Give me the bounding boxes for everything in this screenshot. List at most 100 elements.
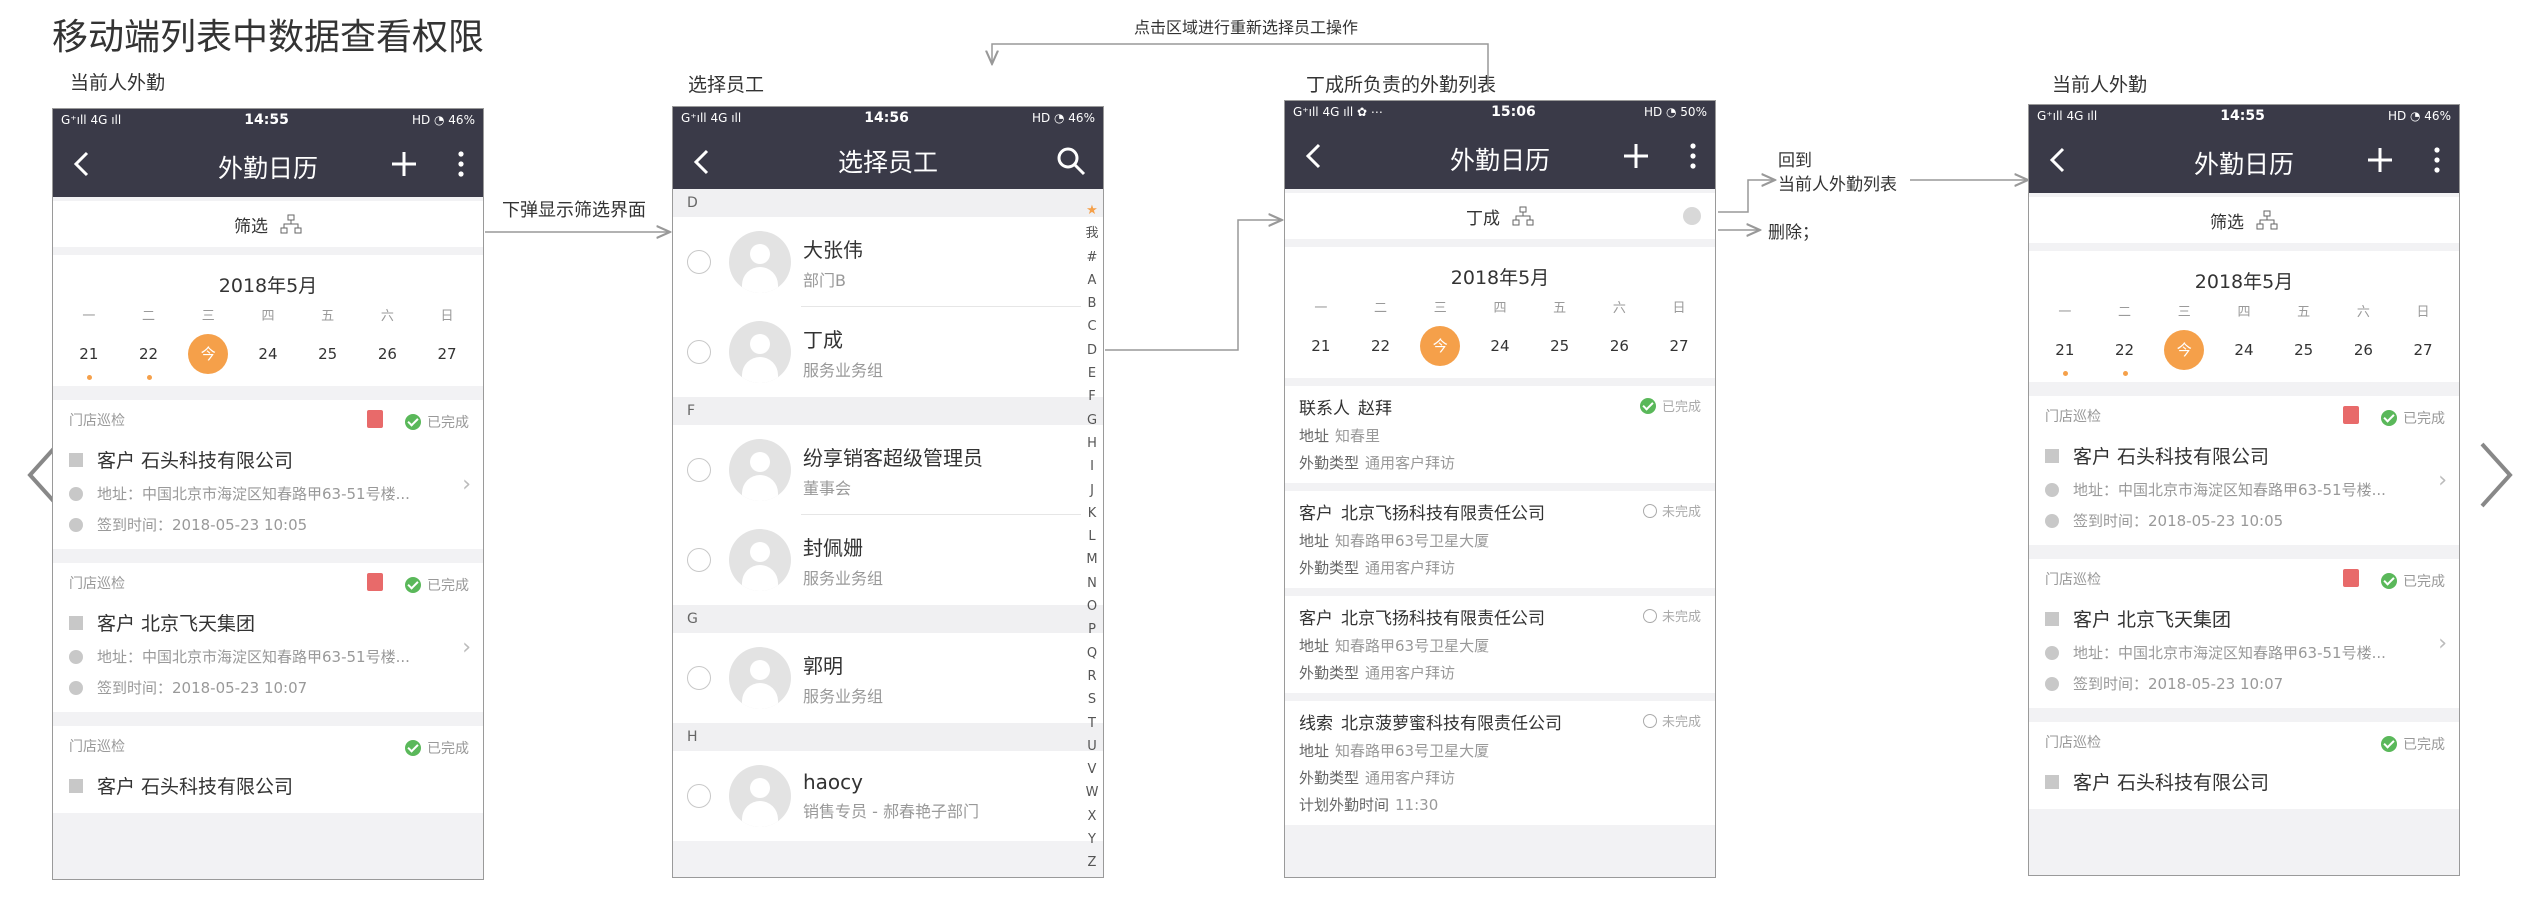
calendar-days: 21 22 今 24 25 26 27 <box>1285 326 1715 366</box>
employee-row[interactable]: 郭明 服务业务组 <box>673 633 1103 723</box>
calendar-day[interactable]: 25 <box>308 334 348 374</box>
calendar-day[interactable]: 27 <box>2403 330 2443 370</box>
search-icon[interactable] <box>1055 145 1087 177</box>
more-icon[interactable] <box>1685 139 1701 173</box>
filter-button[interactable]: 筛选 <box>53 201 483 247</box>
calendar-day[interactable]: 27 <box>1659 326 1699 366</box>
field-record[interactable]: 线索 北京菠萝蜜科技有限责任公司 未完成 地址 知春路甲63号卫星大厦 外勤类型 通用… <box>1285 701 1715 825</box>
radio-button[interactable] <box>687 548 711 572</box>
calendar-day[interactable]: 25 <box>1540 326 1580 366</box>
employee-row[interactable]: haocy 销售专员 - 郝春艳子部门 <box>673 751 1103 841</box>
field-card[interactable]: 门店巡检 已完成 客户 石头科技有限公司 <box>2029 722 2459 809</box>
field-card[interactable]: 门店巡检 已完成 客户 石头科技有限公司 地址：中国北京市海淀区知春路甲63-5… <box>2029 396 2459 545</box>
alphabet-index-letter[interactable]: G <box>1083 409 1101 432</box>
field-record[interactable]: 客户 北京飞扬科技有限责任公司 未完成 地址 知春路甲63号卫星大厦 外勤类型 通用客… <box>1285 596 1715 693</box>
alphabet-index-letter[interactable]: E <box>1083 362 1101 385</box>
add-icon[interactable] <box>1619 139 1653 173</box>
alphabet-index-letter[interactable]: Q <box>1083 642 1101 665</box>
alphabet-index-letter[interactable]: R <box>1083 665 1101 688</box>
field-record[interactable]: 客户 北京飞扬科技有限责任公司 未完成 地址 知春路甲63号卫星大厦 外勤类型 通用客… <box>1285 491 1715 588</box>
more-icon[interactable] <box>453 147 469 181</box>
calendar-day[interactable]: 25 <box>2284 330 2324 370</box>
alphabet-index-letter[interactable]: O <box>1083 595 1101 618</box>
alphabet-index-letter[interactable]: I <box>1083 455 1101 478</box>
alphabet-index-letter[interactable]: # <box>1083 246 1101 269</box>
alphabet-index-letter[interactable]: ★ <box>1083 199 1101 222</box>
field-card[interactable]: 门店巡检 已完成 客户 石头科技有限公司 地址：中国北京市海淀区知春路甲63-5… <box>53 400 483 549</box>
calendar-day[interactable]: 22 <box>1361 326 1401 366</box>
add-icon[interactable] <box>2363 143 2397 177</box>
more-icon[interactable] <box>2429 143 2445 177</box>
calendar-day[interactable]: 26 <box>1599 326 1639 366</box>
radio-button[interactable] <box>687 666 711 690</box>
employee-row[interactable]: 丁成 服务业务组 <box>673 307 1103 397</box>
calendar-day[interactable]: 21 <box>1301 326 1341 366</box>
field-card[interactable]: 门店巡检 已完成 客户 北京飞天集团 地址：中国北京市海淀区知春路甲63-51号… <box>2029 559 2459 708</box>
alphabet-index-letter[interactable]: X <box>1083 805 1101 828</box>
calendar-month: 2018年5月 <box>2194 271 2294 293</box>
field-card[interactable]: 门店巡检 已完成 客户 北京飞天集团 地址：中国北京市海淀区知春路甲63-51号… <box>53 563 483 712</box>
field-card[interactable]: 门店巡检 已完成 客户 石头科技有限公司 <box>53 726 483 813</box>
alphabet-index-letter[interactable]: J <box>1083 479 1101 502</box>
calendar-day[interactable]: 24 <box>1480 326 1520 366</box>
alphabet-index-letter[interactable]: C <box>1083 315 1101 338</box>
alphabet-index-letter[interactable]: W <box>1083 781 1101 804</box>
calendar-day[interactable]: 21 <box>2045 330 2085 376</box>
signal-indicator: G⁺ıll 4G ıll <box>681 111 742 125</box>
calendar-day[interactable]: 27 <box>427 334 467 374</box>
card-customer: 客户 石头科技有限公司 <box>2045 442 2443 469</box>
radio-button[interactable] <box>687 784 711 808</box>
calendar-day[interactable]: 24 <box>248 334 288 374</box>
battery-indicator: HD ◔ 50% <box>1643 105 1707 119</box>
filter-button[interactable]: 丁成 <box>1285 193 1715 239</box>
calendar-day-today[interactable]: 今 <box>188 334 229 374</box>
alphabet-index-letter[interactable]: Z <box>1083 851 1101 874</box>
alphabet-index-letter[interactable]: F <box>1083 385 1101 408</box>
alphabet-index-letter[interactable]: U <box>1083 735 1101 758</box>
calendar-icon <box>367 410 383 428</box>
clear-filter-icon[interactable] <box>1683 207 1701 225</box>
calendar-day[interactable]: 26 <box>367 334 407 374</box>
radio-button[interactable] <box>687 458 711 482</box>
next-arrow-icon[interactable] <box>2476 440 2516 510</box>
calendar-day[interactable]: 22 <box>129 334 169 380</box>
field-record[interactable]: 联系人 赵拜 已完成 地址 知春里 外勤类型 通用客户拜访 <box>1285 386 1715 483</box>
clock-icon <box>2045 676 2059 691</box>
radio-button[interactable] <box>687 340 711 364</box>
alphabet-index-letter[interactable]: L <box>1083 525 1101 548</box>
alphabet-index-letter[interactable]: H <box>1083 432 1101 455</box>
add-icon[interactable] <box>387 147 421 181</box>
alphabet-index-letter[interactable]: M <box>1083 548 1101 571</box>
alphabet-index-letter[interactable]: N <box>1083 572 1101 595</box>
calendar-day-today[interactable]: 今 <box>2164 330 2205 370</box>
alphabet-index-letter[interactable]: A <box>1083 269 1101 292</box>
filter-button[interactable]: 筛选 <box>2029 197 2459 243</box>
alphabet-index-letter[interactable]: 我 <box>1083 222 1101 245</box>
employee-name: 封佩姗 <box>803 535 863 560</box>
calendar-day-today[interactable]: 今 <box>1420 326 1461 366</box>
calendar-day[interactable]: 24 <box>2224 330 2264 370</box>
employee-dept: 服务业务组 <box>803 568 884 588</box>
alphabet-index-letter[interactable]: K <box>1083 502 1101 525</box>
calendar-day[interactable]: 26 <box>2343 330 2383 370</box>
alphabet-index-letter[interactable]: T <box>1083 712 1101 735</box>
address-text: 地址：中国北京市海淀区知春路甲63-51号楼... <box>2073 644 2386 662</box>
card-customer: 客户 石头科技有限公司 <box>69 446 467 473</box>
calendar-day[interactable]: 21 <box>69 334 109 380</box>
calendar-month: 2018年5月 <box>218 275 318 297</box>
alphabet-index-letter[interactable]: Y <box>1083 828 1101 851</box>
alphabet-index[interactable]: ★ 我 # A B C D E F G H I J K L M N O P Q R S T U V W X Y Z <box>1083 199 1101 875</box>
alphabet-index-letter[interactable]: S <box>1083 688 1101 711</box>
employee-row[interactable]: 封佩姗 服务业务组 <box>673 515 1103 605</box>
alphabet-index-letter[interactable]: B <box>1083 292 1101 315</box>
radio-button[interactable] <box>687 250 711 274</box>
calendar-day[interactable]: 22 <box>2105 330 2145 376</box>
employee-row[interactable]: 大张伟 部门B <box>673 217 1103 307</box>
battery-indicator: HD ◔ 46% <box>1031 111 1095 125</box>
alphabet-index-letter[interactable]: V <box>1083 758 1101 781</box>
alphabet-index-letter[interactable]: P <box>1083 618 1101 641</box>
alphabet-index-letter[interactable]: D <box>1083 339 1101 362</box>
card-signin: 签到时间：2018-05-23 10:05 <box>2045 510 2443 531</box>
building-icon <box>2045 774 2059 789</box>
employee-row[interactable]: 纷享销客超级管理员 董事会 <box>673 425 1103 515</box>
